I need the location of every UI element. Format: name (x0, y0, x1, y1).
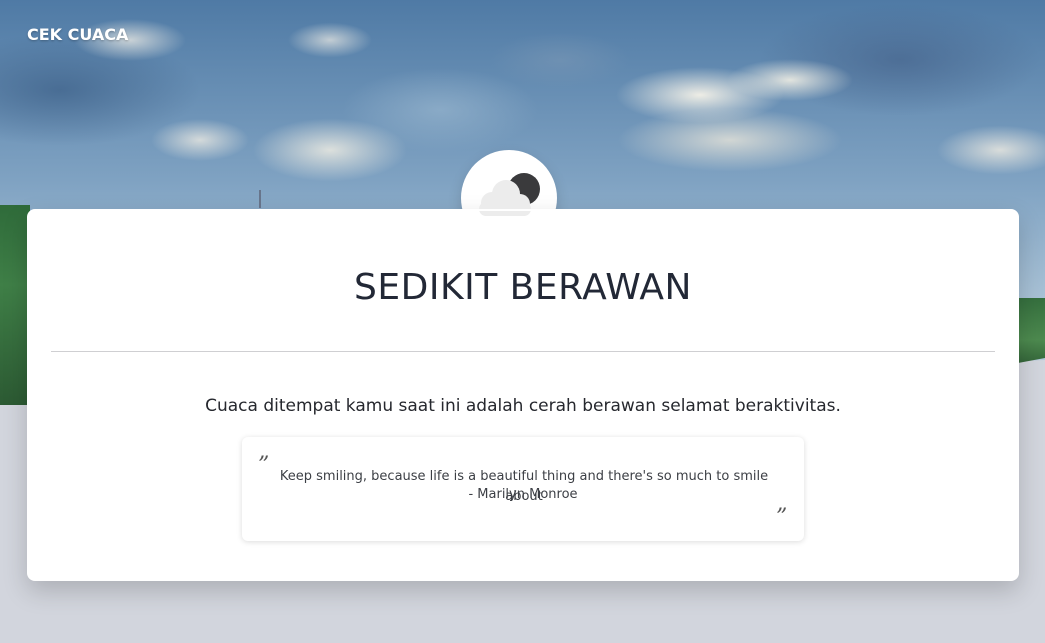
partly-cloudy-night-icon (479, 173, 540, 216)
distant-pole (259, 190, 261, 208)
divider (51, 351, 995, 352)
card-top-edge (440, 209, 580, 211)
weather-condition-title: SEDIKIT BERAWAN (354, 267, 692, 308)
quote-card: ” Keep smiling, because life is a beauti… (242, 437, 804, 541)
tree-foliage-left (0, 205, 30, 405)
page: CEK CUACA SEDIKIT BERAWAN Cuaca ditempat… (0, 0, 1045, 643)
weather-card: SEDIKIT BERAWAN Cuaca ditempat kamu saat… (27, 209, 1019, 581)
brand-logo-text[interactable]: CEK CUACA (27, 25, 128, 44)
quote-author: - Marilyn Monroe (468, 487, 578, 502)
weather-description: Cuaca ditempat kamu saat ini adalah cera… (205, 396, 841, 416)
quote-open-mark: ” (258, 453, 270, 478)
quote-close-mark: ” (776, 505, 788, 530)
tree-foliage-right (1018, 298, 1045, 363)
